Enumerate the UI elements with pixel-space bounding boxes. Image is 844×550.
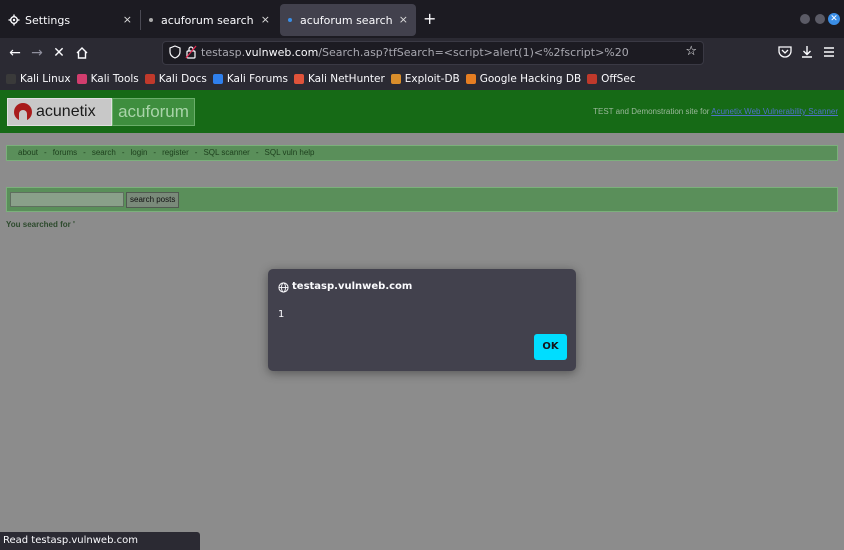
bookmark-label: Exploit-DB (404, 73, 460, 85)
menu-separator: - (44, 148, 47, 157)
forward-button[interactable]: → (27, 43, 47, 63)
dialog-message: 1 (278, 309, 285, 320)
home-icon[interactable] (72, 46, 92, 60)
navigation-toolbar: ← → ✕ testasp.vulnweb.com/Search.asp?tfS… (0, 38, 844, 68)
url-text: testasp.vulnweb.com/Search.asp?tfSearch=… (201, 46, 629, 59)
bookmark-exploit-db[interactable]: Exploit-DB (390, 73, 460, 85)
alert-dialog: testasp.vulnweb.com 1 OK (268, 269, 576, 371)
url-prefix: testasp. (201, 46, 246, 59)
offsec-icon (587, 74, 598, 84)
lock-insecure-icon[interactable] (185, 45, 197, 59)
menu-separator: - (153, 148, 157, 157)
bookmark-label: Kali Linux (20, 73, 71, 85)
bookmark-label: Kali Forums (226, 73, 288, 85)
bookmark-kali-forums[interactable]: Kali Forums (212, 73, 288, 85)
site-tagline: TEST and Demonstration site for Acunetix… (593, 107, 838, 116)
menu-link-about[interactable]: about (18, 148, 38, 157)
tab-acuforum-search[interactable]: acuforum search × (141, 4, 278, 36)
tagline-text: TEST and Demonstration site for (593, 107, 710, 116)
kali-tools-icon (76, 74, 87, 84)
url-host: vulnweb.com (245, 46, 319, 59)
maximize-window-button[interactable] (815, 14, 825, 24)
menu-link-register[interactable]: register (162, 148, 189, 157)
shield-icon[interactable] (169, 45, 181, 59)
url-path: /Search.asp?tfSearch=<script>alert(1)<%2… (318, 46, 629, 59)
menu-link-search[interactable]: search (92, 148, 116, 157)
close-window-button[interactable]: ✕ (828, 13, 840, 25)
bookmark-offsec[interactable]: OffSec (587, 73, 636, 85)
pocket-icon[interactable] (777, 44, 793, 60)
bookmark-kali-docs[interactable]: Kali Docs (144, 73, 207, 85)
search-input[interactable] (10, 192, 124, 207)
exploit-db-icon (390, 74, 401, 84)
acuforum-logo[interactable]: acuforum (112, 98, 195, 126)
bookmark-kali-tools[interactable]: Kali Tools (76, 73, 139, 85)
search-posts-button[interactable]: search posts (126, 192, 180, 208)
menu-icon[interactable] (821, 44, 837, 60)
menu-link-login[interactable]: login (131, 148, 148, 157)
stop-loading-button[interactable]: ✕ (49, 43, 69, 63)
tab-label: acuforum search (161, 13, 254, 27)
menu-link-forums[interactable]: forums (53, 148, 77, 157)
close-tab-icon[interactable]: × (123, 13, 132, 26)
menu-separator: - (83, 148, 86, 157)
tab-label: acuforum search (300, 13, 393, 27)
google-hacking-db-icon (465, 74, 476, 84)
site-menu: about - forums - search - login - register - SQL s… (6, 145, 838, 161)
bookmark-kali-linux[interactable]: Kali Linux (6, 73, 71, 85)
menu-link-sql-scanner[interactable]: SQL scanner (203, 148, 249, 157)
gear-icon (8, 14, 20, 26)
search-form: search posts (6, 187, 838, 212)
minimize-window-button[interactable] (800, 14, 810, 24)
bookmark-label: OffSec (601, 73, 636, 85)
acunetix-logo[interactable]: acunetix (7, 98, 112, 126)
kali-linux-icon (6, 74, 16, 84)
bookmark-kali-nethunter[interactable]: Kali NetHunter (293, 73, 385, 85)
menu-link-sql-vuln-help[interactable]: SQL vuln help (265, 148, 315, 157)
bookmark-star-icon[interactable]: ☆ (685, 44, 697, 59)
bookmark-label: Kali NetHunter (307, 73, 385, 85)
search-result-text: You searched for ' (6, 220, 75, 229)
status-bar: Read testasp.vulnweb.com (0, 532, 200, 550)
acunetix-scanner-link[interactable]: Acunetix Web Vulnerability Scanner (711, 107, 838, 116)
tab-settings[interactable]: Settings × (0, 4, 140, 36)
globe-icon (278, 282, 289, 293)
acunetix-logo-text: acunetix (36, 103, 96, 120)
site-header: acunetix acuforum TEST and Demonstration… (0, 90, 844, 133)
dialog-title: testasp.vulnweb.com (292, 281, 413, 292)
new-tab-button[interactable]: + (423, 11, 436, 27)
ok-button[interactable]: OK (534, 334, 567, 360)
bookmark-label: Kali Docs (158, 73, 207, 85)
bookmark-label: Google Hacking DB (479, 73, 582, 85)
kali-forums-icon (212, 74, 223, 84)
bookmark-google-hacking-db[interactable]: Google Hacking DB (465, 73, 582, 85)
bookmarks-toolbar: Kali Linux Kali Tools Kali Docs Kali For… (0, 68, 844, 90)
tab-loading-icon (288, 18, 292, 22)
tab-acuforum-search-active[interactable]: acuforum search × (280, 4, 416, 36)
close-tab-icon[interactable]: × (261, 13, 270, 26)
url-bar[interactable]: testasp.vulnweb.com/Search.asp?tfSearch=… (162, 41, 704, 65)
menu-separator: - (194, 148, 198, 157)
tab-label: Settings (25, 13, 71, 27)
tab-strip: Settings × acuforum search × acuforum se… (0, 0, 844, 38)
kali-nethunter-icon (293, 74, 304, 84)
acunetix-logo-icon (14, 103, 32, 121)
tab-indicator-icon (149, 18, 153, 22)
close-tab-icon[interactable]: × (399, 13, 408, 26)
bookmark-label: Kali Tools (90, 73, 139, 85)
menu-separator: - (255, 148, 259, 157)
menu-separator: - (121, 148, 125, 157)
downloads-icon[interactable] (799, 44, 815, 60)
kali-docs-icon (144, 74, 155, 84)
back-button[interactable]: ← (5, 43, 25, 63)
